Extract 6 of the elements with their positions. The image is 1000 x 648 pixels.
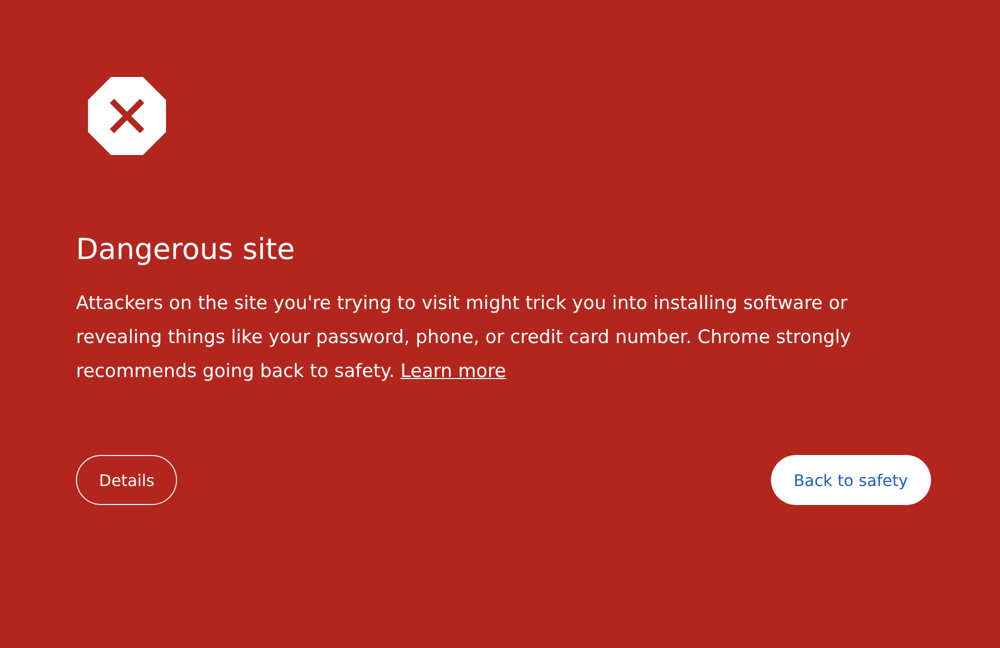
back-button[interactable]: Back to safety (770, 455, 931, 505)
page-title: Dangerous site (76, 231, 296, 267)
details-button[interactable]: Details (76, 455, 178, 505)
warning-message: Attackers on the site you're trying to visit might trick you into installing software or revealing things like your password, phone, or credit card number. Chrome strongly recommends going back to safety. Learn more (76, 292, 852, 384)
learn-more-link[interactable]: Learn more (400, 361, 506, 382)
danger-icon (88, 77, 166, 155)
